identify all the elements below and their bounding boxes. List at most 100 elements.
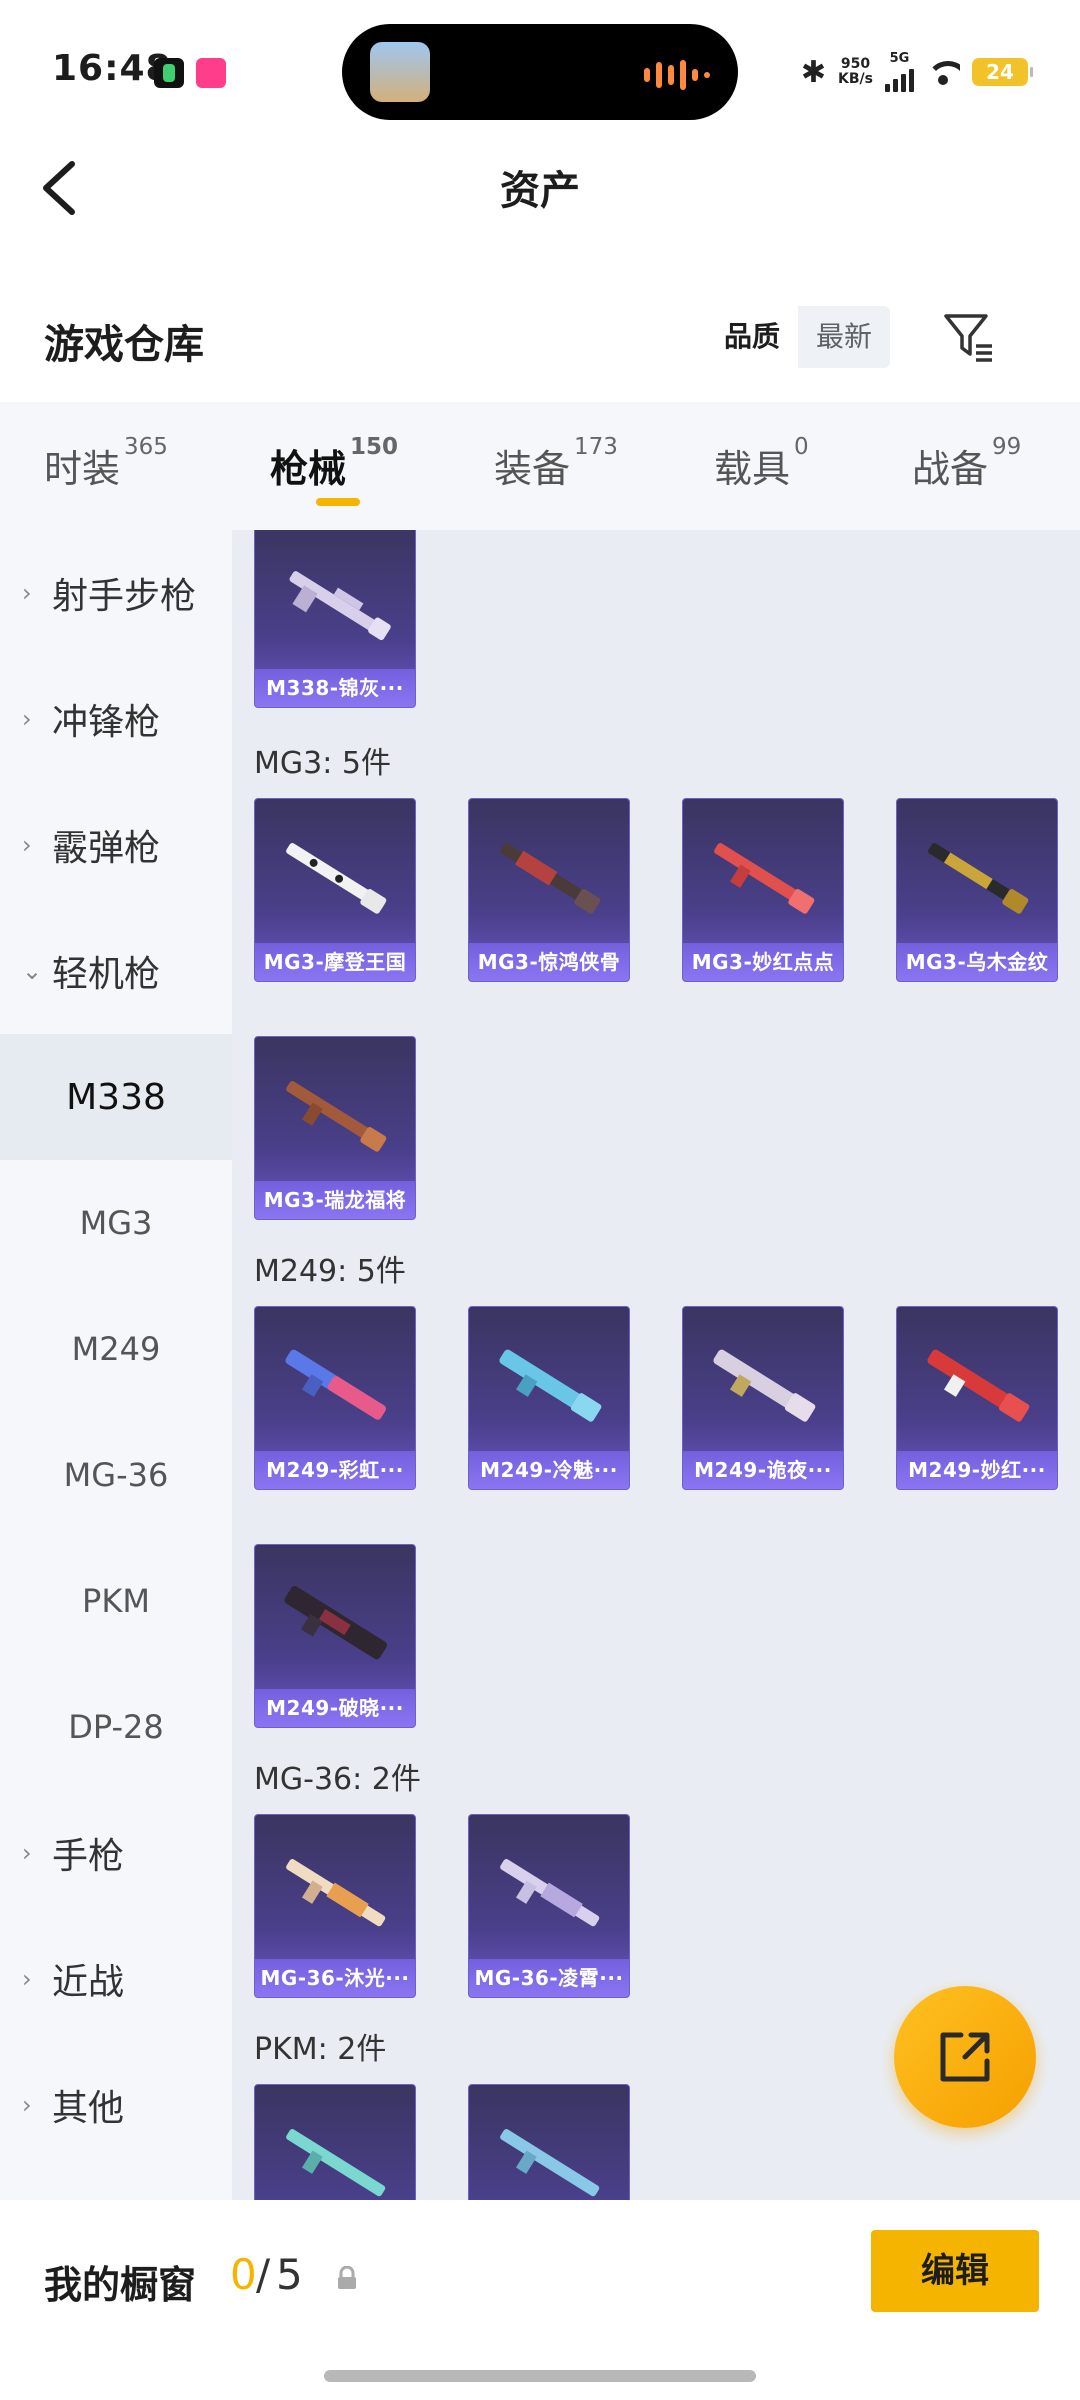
weapon-card[interactable]: M249-破晓··· [254,1544,416,1728]
sidebar-item-pistol[interactable]: › 手枪 [0,1790,232,1916]
net-speed-value: 950 [840,56,871,72]
warehouse-title: 游戏仓库 [44,322,204,368]
tab-label: 载具 [714,447,791,491]
network-type: 5G [889,51,910,66]
weapon-card-label: MG3-瑞龙福将 [255,1181,415,1219]
tab-equipment[interactable]: 装备 173 [494,434,618,493]
weapon-card-label: M249-冷魅··· [469,1451,629,1489]
sidebar-item-label: 轻机枪 [52,954,161,995]
tab-label: 时装 [44,447,121,491]
notification-app-icon-2 [196,58,226,88]
weapon-card[interactable] [254,2084,416,2200]
sidebar-item-marksman-rifle[interactable]: › 射手步枪 [0,530,232,656]
sidebar-item-m338[interactable]: M338 [0,1034,232,1160]
weapon-card[interactable]: MG3-瑞龙福将 [254,1036,416,1220]
weapon-skin-image [285,1349,386,1420]
weapon-skin-image [289,571,391,641]
weapon-skin-image [286,1080,387,1152]
weapon-card[interactable]: MG-36-凌霄··· [468,1814,630,1998]
weapon-skin-image [286,842,387,914]
weapon-card[interactable]: MG3-惊鸿侠骨 [468,798,630,982]
sidebar-item-smg[interactable]: › 冲锋枪 [0,656,232,782]
sidebar-item-other[interactable]: › 其他 [0,2042,232,2168]
weapon-skin-image [928,842,1029,914]
weapon-skin-image [500,1858,600,1927]
weapon-card[interactable]: MG3-妙红点点 [682,798,844,982]
weapon-card-label: M249-妙红··· [897,1451,1057,1489]
showcase-count-separator: / [256,2250,271,2299]
weapon-card[interactable]: M249-妙红··· [896,1306,1058,1490]
tab-supplies[interactable]: 战备 99 [912,434,1021,493]
weapon-card[interactable]: M249-诡夜··· [682,1306,844,1490]
sidebar-item-m249[interactable]: M249 [0,1286,232,1412]
sidebar-item-dp28[interactable]: DP-28 [0,1664,232,1790]
group-header-mg3: MG3: 5件 [254,746,391,781]
share-export-icon [940,2032,990,2082]
weapon-skin-image [714,842,815,914]
weapon-card-label: MG-36-沐光··· [255,1959,415,1997]
weapon-card-label: MG3-乌木金纹 [897,943,1057,981]
weapon-card[interactable]: M249-彩虹··· [254,1306,416,1490]
wifi-icon [926,59,960,85]
tab-count: 0 [794,434,809,461]
weapon-card[interactable] [468,2084,630,2200]
weapon-skin-image [499,1349,602,1422]
weapon-skin-image [284,1585,387,1660]
sort-newest-button[interactable]: 最新 [798,306,890,368]
dynamic-island[interactable] [342,24,738,120]
system-icons: ✱ 950 KB/s 5G 24 [800,51,1033,92]
showcase-bar: 我的橱窗 0 / 5 编辑 [0,2200,1080,2400]
weapon-card-label: M249-破晓··· [255,1689,415,1727]
home-indicator[interactable] [324,2370,756,2382]
tab-vehicles[interactable]: 载具 0 [714,434,809,493]
filter-icon[interactable] [942,310,996,364]
sidebar-item-melee[interactable]: › 近战 [0,1916,232,2042]
chevron-right-icon: › [22,1965,32,1993]
showcase-title: 我的橱窗 [44,2263,197,2307]
weapon-card[interactable]: MG3-乌木金纹 [896,798,1058,982]
audio-wave-icon [644,60,710,90]
network-speed: 950 KB/s [838,57,873,87]
tab-count: 99 [992,434,1022,461]
weapon-skin-image [500,2128,600,2197]
tab-count: 173 [574,434,618,461]
share-fab-button[interactable] [894,1986,1036,2128]
weapon-card[interactable]: M338-锦灰··· [254,530,416,708]
sidebar-item-mg36[interactable]: MG-36 [0,1412,232,1538]
tab-count: 150 [350,434,399,461]
sidebar-item-label: 射手步枪 [52,576,197,617]
bluetooth-icon: ✱ [800,54,827,90]
weapon-card-label: M249-诡夜··· [683,1451,843,1489]
category-tabs: 时装 365 枪械 150 装备 173 载具 0 战备 99 [0,402,1080,530]
weapon-card[interactable]: MG3-摩登王国 [254,798,416,982]
weapon-card-label: MG3-惊鸿侠骨 [469,943,629,981]
sidebar-item-pkm[interactable]: PKM [0,1538,232,1664]
edit-button[interactable]: 编辑 [871,2230,1039,2312]
sidebar-item-label: 冲锋枪 [52,702,161,743]
weapon-card[interactable]: M249-冷魅··· [468,1306,630,1490]
sort-quality-button[interactable]: 品质 [706,306,798,368]
tab-fashion[interactable]: 时装 365 [44,434,168,493]
weapon-card-label: MG3-摩登王国 [255,943,415,981]
lock-icon [338,2266,356,2289]
tab-label: 装备 [494,447,571,491]
sidebar-item-label: 手枪 [52,1836,125,1877]
weapon-card-label: MG-36-凌霄··· [469,1959,629,1997]
chevron-right-icon: › [22,2091,32,2119]
sidebar-item-label: 霰弹枪 [52,828,161,869]
weapon-card-label: M338-锦灰··· [255,669,415,707]
sort-toggle: 品质 最新 [706,306,890,368]
sidebar-item-mg3[interactable]: MG3 [0,1160,232,1286]
chevron-right-icon: › [22,831,32,859]
weapon-skin-image [500,842,601,914]
sidebar-item-lmg[interactable]: ⌄ 轻机枪 [0,908,232,1034]
weapon-card-label: M249-彩虹··· [255,1451,415,1489]
sidebar-item-shotgun[interactable]: › 霰弹枪 [0,782,232,908]
weapon-card[interactable]: MG-36-沐光··· [254,1814,416,1998]
showcase-count-max: 5 [276,2250,303,2299]
sidebar: › 射手步枪 › 冲锋枪 › 霰弹枪 ⌄ 轻机枪 M338 MG3 M249 MG-36… [0,530,232,2200]
chevron-down-icon: ⌄ [22,957,43,985]
status-bar: 16:48 ✱ 950 KB/s 5G 24 [0,0,1080,140]
tab-label: 战备 [912,447,989,491]
tab-guns[interactable]: 枪械 150 [270,434,398,493]
